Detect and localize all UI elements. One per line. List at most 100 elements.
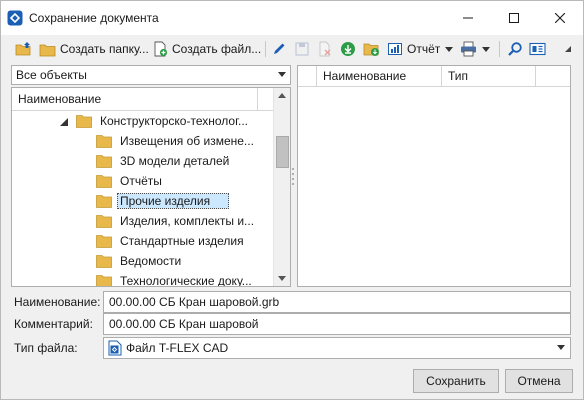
download-icon [341,42,355,56]
print-button[interactable] [460,39,490,59]
tree-node[interactable]: Ведомости [96,251,184,271]
tree-node[interactable]: Стандартные изделия [96,231,247,251]
name-label: Наименование: [14,295,101,309]
scroll-thumb[interactable] [276,136,289,168]
preview-panel-icon [529,42,546,56]
new-file-icon [154,41,168,57]
create-file-label: Создать файл... [172,42,262,56]
column-divider [441,66,442,86]
search-button[interactable] [507,39,523,59]
printer-icon [461,41,476,57]
arrow-up-icon [278,93,286,98]
scroll-down-button[interactable] [274,270,290,286]
scroll-up-button[interactable] [274,88,290,104]
comment-value: 00.00.00 СБ Кран шаровой [109,317,259,331]
search-icon [508,42,522,56]
tree-node-selected[interactable]: Прочие изделия [96,191,229,211]
folder-up-icon [15,42,31,56]
save-disabled-button[interactable] [294,39,310,59]
file-type-label: Тип файла: [14,341,78,355]
folder-icon [96,174,112,188]
tree-column-header[interactable]: Наименование [12,88,274,111]
file-type-dropdown[interactable]: Файл T-FLEX CAD [103,337,571,359]
folder-download-icon [363,43,379,56]
tree-node[interactable]: 3D модели деталей [96,151,232,171]
splitter-handle[interactable] [291,165,295,187]
window-title: Сохранение документа [29,11,159,25]
column-header-type[interactable]: Тип [448,69,468,83]
chevron-down-icon [278,72,286,77]
create-folder-label: Создать папку... [60,42,149,56]
tree-node[interactable]: Отчёты [96,171,165,191]
comment-input[interactable]: 00.00.00 СБ Кран шаровой [103,313,571,335]
folder-download-button[interactable] [363,39,380,59]
cancel-button[interactable]: Отмена [505,369,573,393]
floppy-disk-icon [295,42,309,56]
tree-node-label: Извещения об измене... [120,134,254,148]
file-list-header: Наименование Тип [298,66,570,87]
tree-node-label: Стандартные изделия [120,234,244,248]
minimize-button[interactable] [445,1,491,35]
column-divider [316,66,317,86]
create-folder-button[interactable]: Создать папку... [39,39,149,59]
up-folder-button[interactable] [15,39,33,59]
toolbar-separator [265,41,266,57]
file-list[interactable]: Наименование Тип [297,65,571,287]
column-divider [257,88,258,110]
report-chart-icon [388,43,402,55]
title-bar: Сохранение документа [1,1,583,35]
tree-node-label: 3D модели деталей [120,154,230,168]
object-filter-dropdown[interactable]: Все объекты [11,65,291,85]
column-divider [535,66,536,86]
overflow-arrow-icon [565,46,571,52]
tree-node-label: Конструкторско-технолог... [100,114,249,128]
report-button[interactable]: Отчёт [387,39,454,59]
maximize-button[interactable] [491,1,537,35]
folder-icon [96,234,112,248]
expanded-arrow-icon[interactable] [60,118,68,126]
name-row: Наименование: 00.00.00 СБ Кран шаровой.g… [11,291,571,313]
create-file-button[interactable]: Создать файл... [153,39,261,59]
folder-icon [96,154,112,168]
tree-node-parent[interactable]: Конструкторско-технолог... [76,111,251,131]
file-type-row: Тип файла: Файл T-FLEX CAD [11,337,571,359]
tree-node-label: Прочие изделия [117,193,229,209]
toolbar-separator [499,41,500,57]
report-label: Отчёт [407,42,441,56]
toolbar-overflow-button[interactable] [565,39,571,59]
app-logo-icon [7,10,23,26]
save-document-dialog: Сохранение документа Создать папку... Со… [0,0,584,400]
tree-header-label: Наименование [18,92,102,106]
name-input[interactable]: 00.00.00 СБ Кран шаровой.grb [103,291,571,313]
close-button[interactable] [537,1,583,35]
chevron-down-icon [445,46,454,52]
delete-disabled-button[interactable] [317,39,333,59]
folder-tree[interactable]: Наименование Конструкторско-технолог... … [11,87,291,287]
tree-node-label: Изделия, комплекты и... [120,214,255,228]
chevron-down-icon [482,46,490,52]
tree-node-label: Отчёты [120,174,162,188]
folder-icon [96,214,112,228]
tree-node[interactable]: Извещения об измене... [96,131,257,151]
tree-node-label: Технологические доку... [120,274,252,287]
comment-row: Комментарий: 00.00.00 СБ Кран шаровой [11,313,571,335]
download-button[interactable] [340,39,356,59]
tree-node-label: Ведомости [120,254,182,268]
minimize-icon [463,17,473,19]
folder-icon [96,134,112,148]
edit-button[interactable] [271,39,287,59]
object-filter-value: Все объекты [16,68,87,82]
view-mode-button[interactable] [529,39,546,59]
tree-scrollbar[interactable] [273,88,290,286]
tree-node[interactable]: Технологические доку... [96,271,255,287]
maximize-icon [509,13,519,23]
column-header-name[interactable]: Наименование [323,69,406,83]
name-value: 00.00.00 СБ Кран шаровой.grb [109,295,280,309]
tree-node[interactable]: Изделия, комплекты и... [96,211,257,231]
pencil-icon [274,43,285,54]
tflex-file-icon [108,340,122,356]
folder-icon [96,274,112,286]
chevron-down-icon [557,345,565,350]
delete-file-icon [319,41,331,57]
save-button[interactable]: Сохранить [413,369,499,393]
